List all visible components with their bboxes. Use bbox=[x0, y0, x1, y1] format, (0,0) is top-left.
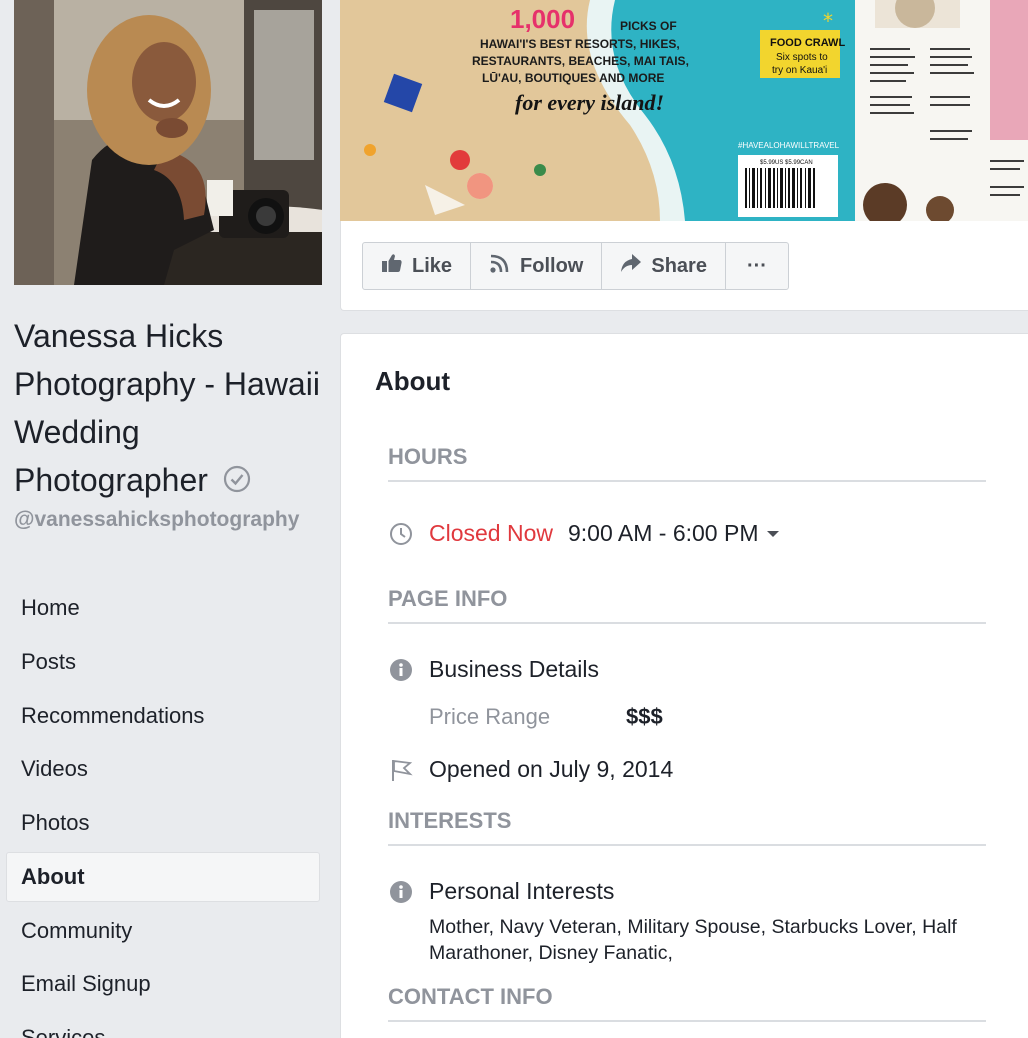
page-nav: Home Posts Recommendations Videos Photos… bbox=[6, 583, 320, 1038]
flag-icon bbox=[388, 757, 414, 783]
personal-interests-row: Personal Interests bbox=[388, 878, 614, 905]
cover-food-crawl-sub-1: Six spots to bbox=[776, 52, 828, 63]
nav-item-services[interactable]: Services bbox=[6, 1013, 320, 1038]
page-info-header: PAGE INFO bbox=[388, 586, 986, 624]
price-range-label: Price Range bbox=[429, 704, 551, 729]
price-range-row: Price Range $$$ bbox=[429, 704, 663, 730]
profile-photo[interactable] bbox=[14, 0, 322, 285]
share-label: Share bbox=[651, 254, 707, 277]
thumbs-up-icon bbox=[381, 253, 403, 279]
opened-date: Opened on July 9, 2014 bbox=[429, 756, 674, 782]
nav-item-recommendations[interactable]: Recommendations bbox=[6, 691, 320, 741]
chevron-down-icon[interactable] bbox=[766, 525, 780, 543]
about-card: About HOURS Closed Now 9:00 AM - 6:00 PM… bbox=[340, 333, 1028, 1038]
info-icon bbox=[388, 879, 414, 905]
follow-button[interactable]: Follow bbox=[471, 243, 603, 289]
cover-tagline: for every island! bbox=[515, 90, 664, 115]
like-label: Like bbox=[412, 254, 453, 277]
open-status: Closed Now bbox=[429, 520, 553, 546]
price-range-value: $$$ bbox=[626, 704, 663, 729]
cover-price: $5.99US $5.99CAN bbox=[760, 160, 813, 166]
cover-photo[interactable]: 1,000 PICKS OF HAWAI'I'S BEST RESORTS, H… bbox=[340, 0, 1028, 221]
share-arrow-icon bbox=[620, 253, 642, 279]
more-dots-icon: ··· bbox=[746, 254, 767, 277]
clock-icon bbox=[388, 521, 414, 547]
page-handle[interactable]: @vanessahicksphotography bbox=[14, 506, 322, 533]
cover-headline-line-1: PICKS OF bbox=[620, 19, 677, 33]
verified-check-icon bbox=[223, 458, 251, 506]
page-title-text: Vanessa Hicks Photography - Hawaii Weddi… bbox=[14, 318, 320, 498]
nav-item-email-signup[interactable]: Email Signup bbox=[6, 959, 320, 1009]
hours-row: Closed Now 9:00 AM - 6:00 PM bbox=[388, 520, 780, 547]
personal-interests-label: Personal Interests bbox=[429, 878, 615, 904]
like-button[interactable]: Like bbox=[363, 243, 472, 289]
about-title: About bbox=[375, 366, 451, 396]
cover-headline-line-3: RESTAURANTS, BEACHES, MAI TAIS, bbox=[472, 54, 689, 68]
contact-info-header: CONTACT INFO bbox=[388, 984, 986, 1022]
cover-hashtag: #HAVEALOHAWILLTRAVEL bbox=[738, 141, 840, 150]
share-button[interactable]: Share bbox=[602, 243, 726, 289]
interests-header: INTERESTS bbox=[388, 808, 986, 846]
opened-row: Opened on July 9, 2014 bbox=[388, 756, 673, 783]
cover-headline-line-2: HAWAI'I'S BEST RESORTS, HIKES, bbox=[480, 37, 680, 51]
nav-item-photos[interactable]: Photos bbox=[6, 798, 320, 848]
cover-food-crawl-title: FOOD CRAWL bbox=[770, 37, 845, 49]
cover-headline-number: 1,000 bbox=[510, 4, 575, 34]
business-details-label: Business Details bbox=[429, 656, 600, 682]
cover-food-crawl-sub-2: try on Kaua'i bbox=[772, 65, 827, 76]
svg-text:*: * bbox=[823, 9, 833, 33]
business-details-row: Business Details bbox=[388, 656, 599, 683]
left-column: Vanessa Hicks Photography - Hawaii Weddi… bbox=[0, 0, 340, 1038]
nav-item-home[interactable]: Home bbox=[6, 583, 320, 633]
interests-list: Mother, Navy Veteran, Military Spouse, S… bbox=[429, 916, 957, 964]
nav-item-community[interactable]: Community bbox=[6, 906, 320, 956]
rss-icon bbox=[489, 252, 511, 280]
follow-label: Follow bbox=[520, 254, 584, 277]
more-options-button[interactable]: ··· bbox=[726, 243, 788, 289]
action-bar: Like Follow Share ··· bbox=[362, 242, 789, 290]
info-icon bbox=[388, 657, 414, 683]
cover-headline-line-4: LŪ'AU, BOUTIQUES AND MORE bbox=[482, 71, 664, 85]
page-title[interactable]: Vanessa Hicks Photography - Hawaii Weddi… bbox=[14, 312, 334, 506]
nav-item-posts[interactable]: Posts bbox=[6, 637, 320, 687]
action-card: Like Follow Share ··· bbox=[340, 221, 1028, 311]
hours-value: 9:00 AM - 6:00 PM bbox=[568, 520, 759, 546]
hours-header: HOURS bbox=[388, 444, 986, 482]
nav-item-about[interactable]: About bbox=[6, 851, 320, 902]
nav-item-videos[interactable]: Videos bbox=[6, 744, 320, 794]
